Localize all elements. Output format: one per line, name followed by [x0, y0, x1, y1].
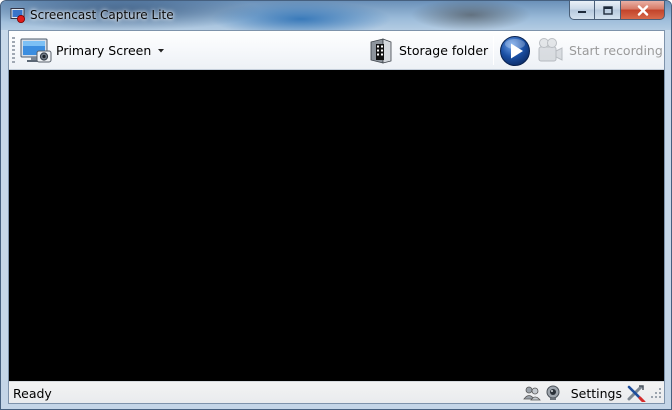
settings-label[interactable]: Settings [571, 386, 622, 401]
storage-folder-label: Storage folder [399, 43, 489, 58]
minimize-button[interactable] [569, 1, 595, 20]
app-record-icon [10, 8, 25, 23]
tools-icon[interactable] [626, 384, 646, 402]
status-tools: Settings [522, 383, 662, 403]
play-icon [500, 35, 530, 66]
caret-down-icon [158, 48, 165, 52]
screen-select-dropdown[interactable]: Primary Screen [19, 35, 167, 66]
maximize-icon [602, 5, 613, 15]
close-icon [637, 4, 648, 16]
screen-select-label: Primary Screen [56, 43, 152, 58]
window-title: Screencast Capture Lite [30, 8, 174, 22]
toolbar: Primary Screen Storage folder Start reco… [9, 31, 664, 70]
capture-preview [9, 70, 664, 381]
status-text: Ready [13, 386, 52, 401]
toolbar-grip[interactable] [12, 37, 15, 65]
resize-grip-icon[interactable] [650, 387, 662, 399]
people-icon[interactable] [522, 385, 541, 401]
close-button[interactable] [621, 1, 665, 20]
camera-icon [538, 37, 563, 61]
client-area: Primary Screen Storage folder Start reco… [8, 30, 665, 404]
maximize-button[interactable] [595, 1, 621, 20]
start-recording-label: Start recording [569, 43, 663, 58]
start-recording-button[interactable]: Start recording [536, 35, 663, 66]
toolbar-separator [493, 36, 494, 65]
app-window: Screencast Capture Lite Primary Screen S… [0, 0, 672, 410]
status-bar: Ready Settings [9, 381, 664, 403]
webcam-icon[interactable] [545, 385, 561, 401]
film-folder-icon [370, 37, 392, 64]
caption-buttons [569, 1, 665, 21]
storage-folder-button[interactable]: Storage folder [367, 35, 488, 66]
play-button[interactable] [499, 35, 531, 66]
title-bar[interactable]: Screencast Capture Lite [1, 1, 671, 30]
monitor-camera-icon [20, 38, 52, 62]
minimize-icon [578, 11, 586, 13]
